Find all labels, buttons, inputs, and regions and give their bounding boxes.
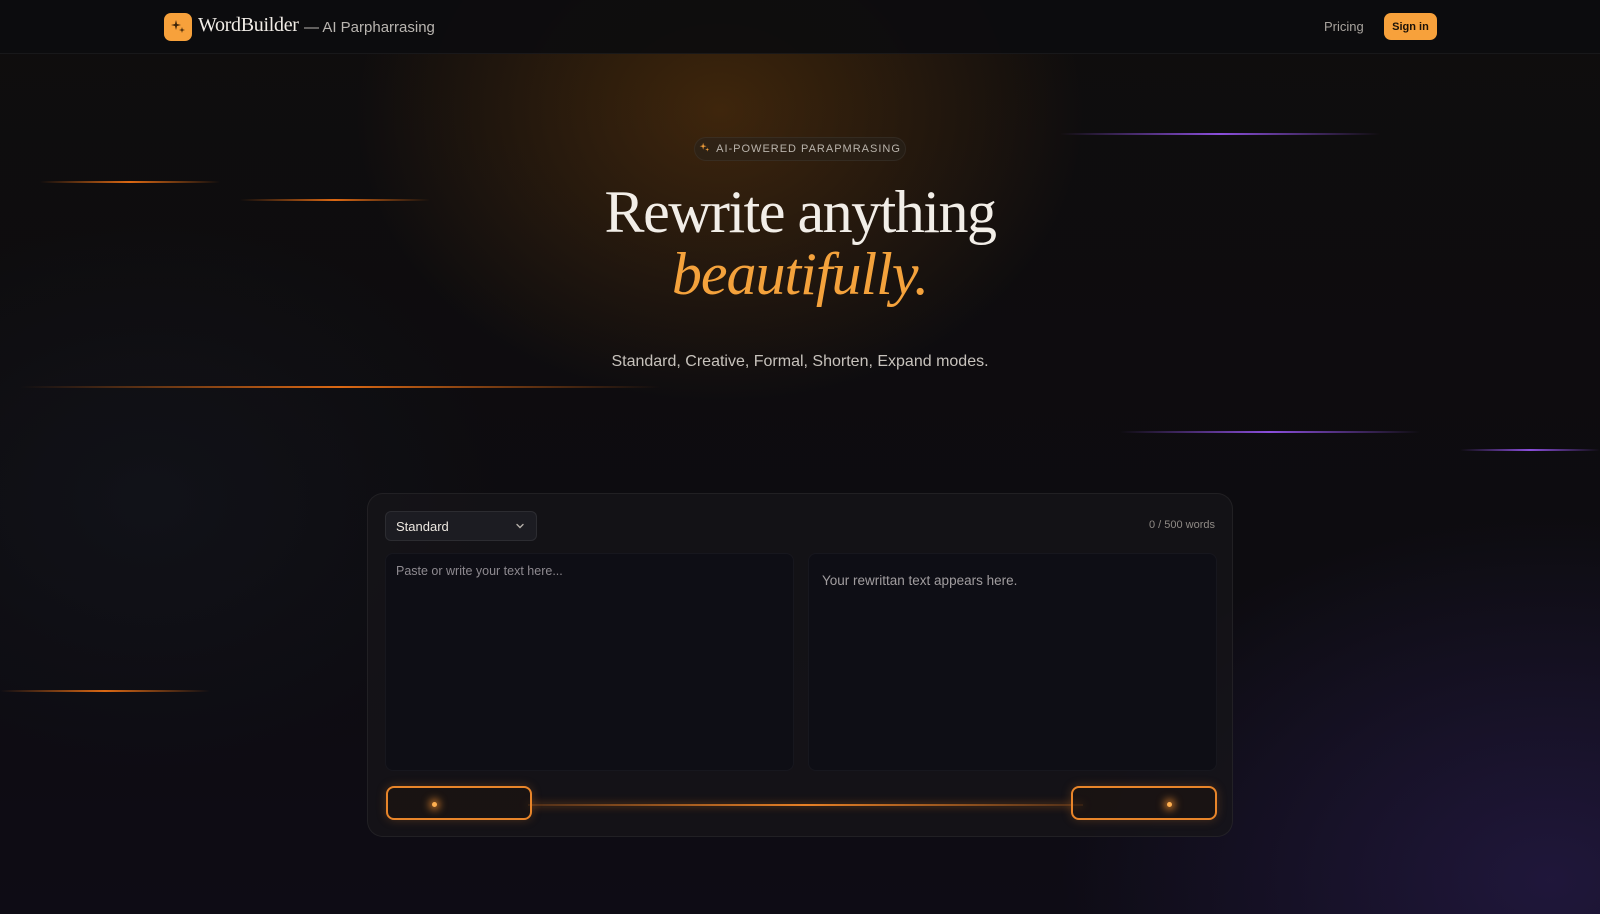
sparkle-icon xyxy=(699,142,710,156)
left-action-button[interactable] xyxy=(386,786,532,820)
top-navigation-bar: WordBuilder — AI Parpharrasing Pricing S… xyxy=(0,0,1600,54)
light-streak xyxy=(0,690,210,692)
output-panel: Your rewrittan text appears here. xyxy=(808,553,1217,771)
glow-dot xyxy=(432,802,437,807)
input-placeholder: Paste or write your text here... xyxy=(396,564,563,578)
chevron-down-icon xyxy=(514,520,526,535)
word-count: 0 / 500 words xyxy=(1148,519,1215,531)
sparkle-icon[interactable] xyxy=(164,13,192,41)
paraphrase-editor-card: Standard 0 / 500 words Paste or write yo… xyxy=(367,493,1233,837)
hero-subtitle: Standard, Creative, Formal, Shorten, Exp… xyxy=(611,353,989,370)
output-placeholder: Your rewrittan text appears here. xyxy=(822,573,1018,588)
light-streak xyxy=(20,386,660,388)
light-streak xyxy=(1060,133,1380,135)
brand-name[interactable]: WordBuilder xyxy=(198,14,299,37)
hero-title: Rewrite anything xyxy=(604,179,997,245)
feature-badge-label: AI-POWERED PARAPMRASING xyxy=(716,143,901,155)
glow-dot xyxy=(1167,802,1172,807)
right-action-button[interactable] xyxy=(1071,786,1217,820)
hero-title-accent: beautifully. xyxy=(671,241,929,307)
light-streak xyxy=(1460,449,1600,451)
nav-pricing-link[interactable]: Pricing xyxy=(1324,19,1364,34)
glow-divider xyxy=(528,804,1083,806)
sign-in-button[interactable]: Sign in xyxy=(1384,13,1437,40)
brand-tagline: — AI Parpharrasing xyxy=(304,19,435,36)
input-textarea[interactable]: Paste or write your text here... xyxy=(385,553,794,771)
feature-badge: AI-POWERED PARAPMRASING xyxy=(694,137,906,161)
mode-select-value: Standard xyxy=(396,518,449,534)
light-streak xyxy=(1120,431,1420,433)
mode-select[interactable]: Standard xyxy=(385,511,537,541)
